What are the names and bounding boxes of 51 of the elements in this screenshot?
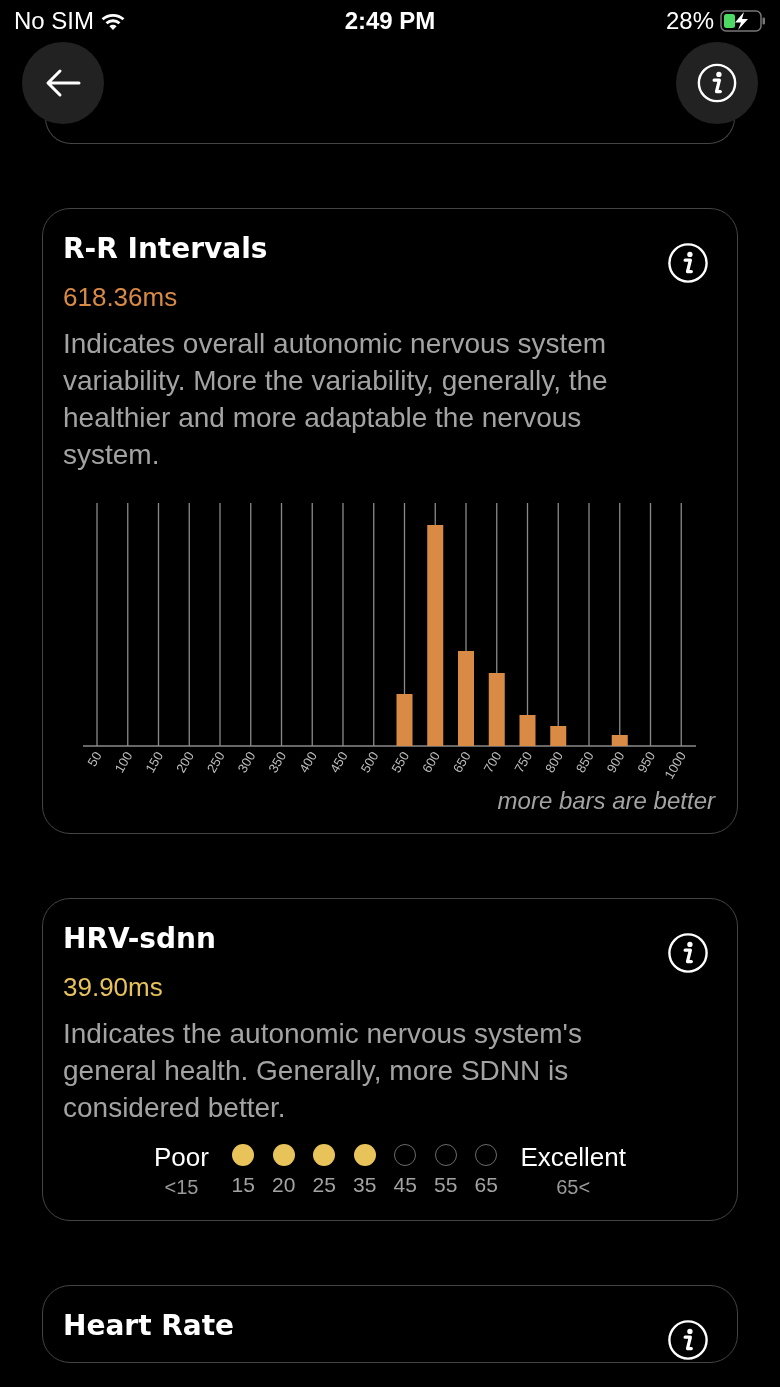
tick-label: 300 — [234, 749, 259, 776]
tick-label: 150 — [142, 749, 167, 776]
description: Indicates overall autonomic nervous system variability. More the variability, generally, the healthier and more adaptable the nervous system. — [63, 327, 609, 472]
histogram-bar — [396, 694, 413, 746]
info-icon[interactable] — [667, 242, 709, 284]
rating-value: 15 — [231, 1172, 255, 1198]
info-icon — [696, 62, 738, 104]
rating-value: 35 — [353, 1172, 377, 1198]
wifi-icon — [100, 11, 126, 31]
card-title: R-R Intervals — [63, 231, 268, 267]
scale-low-value: <15 — [164, 1175, 199, 1200]
tick-label: 900 — [603, 749, 628, 776]
info-icon[interactable] — [667, 1319, 709, 1361]
tick-label: 950 — [634, 749, 659, 776]
tick-label: 800 — [542, 749, 566, 776]
tick-label: 200 — [173, 749, 197, 776]
battery-percent: 28% — [665, 7, 714, 35]
tick-label: 400 — [296, 749, 320, 776]
tick-label: 650 — [449, 749, 474, 776]
card-title: HRV-sdnn — [63, 921, 216, 957]
tick-label: 550 — [388, 749, 413, 776]
card-title: Heart Rate — [63, 1308, 235, 1344]
rating-value: 65 — [474, 1172, 498, 1198]
tick-label: 600 — [419, 749, 443, 776]
tick-label: 450 — [326, 749, 351, 776]
scale-high-value: 65< — [556, 1175, 591, 1200]
chart-caption: more bars are better — [496, 787, 715, 815]
histogram-bar — [519, 715, 536, 746]
tick-label: 850 — [572, 749, 597, 776]
histogram-bar — [550, 726, 567, 746]
tick-label: 700 — [480, 749, 505, 776]
rating-value: 20 — [272, 1172, 296, 1198]
tick-label: 500 — [357, 749, 382, 776]
tick-label: 250 — [203, 749, 228, 776]
scale-low-label: Poor — [154, 1142, 209, 1172]
scale-high-label: Excellent — [520, 1142, 626, 1172]
tick-label: 50 — [84, 749, 105, 770]
tick-label: 100 — [111, 749, 136, 776]
tick-label: 750 — [511, 749, 536, 776]
description: Indicates the autonomic nervous system's general health. Generally, more SDNN is considered better. — [63, 1017, 583, 1125]
info-icon[interactable] — [667, 932, 709, 974]
battery-icon — [720, 10, 766, 32]
carrier: No SIM — [14, 7, 94, 35]
rating-value: 25 — [312, 1172, 336, 1198]
rating-value: 45 — [393, 1172, 417, 1198]
metric-value: 39.90ms — [63, 971, 164, 1004]
histogram-bar — [611, 735, 628, 746]
tick-label: 350 — [265, 749, 290, 776]
clock: 2:49 PM — [344, 7, 436, 35]
metric-value: 618.36ms — [63, 281, 179, 314]
rating-value: 55 — [434, 1172, 458, 1198]
